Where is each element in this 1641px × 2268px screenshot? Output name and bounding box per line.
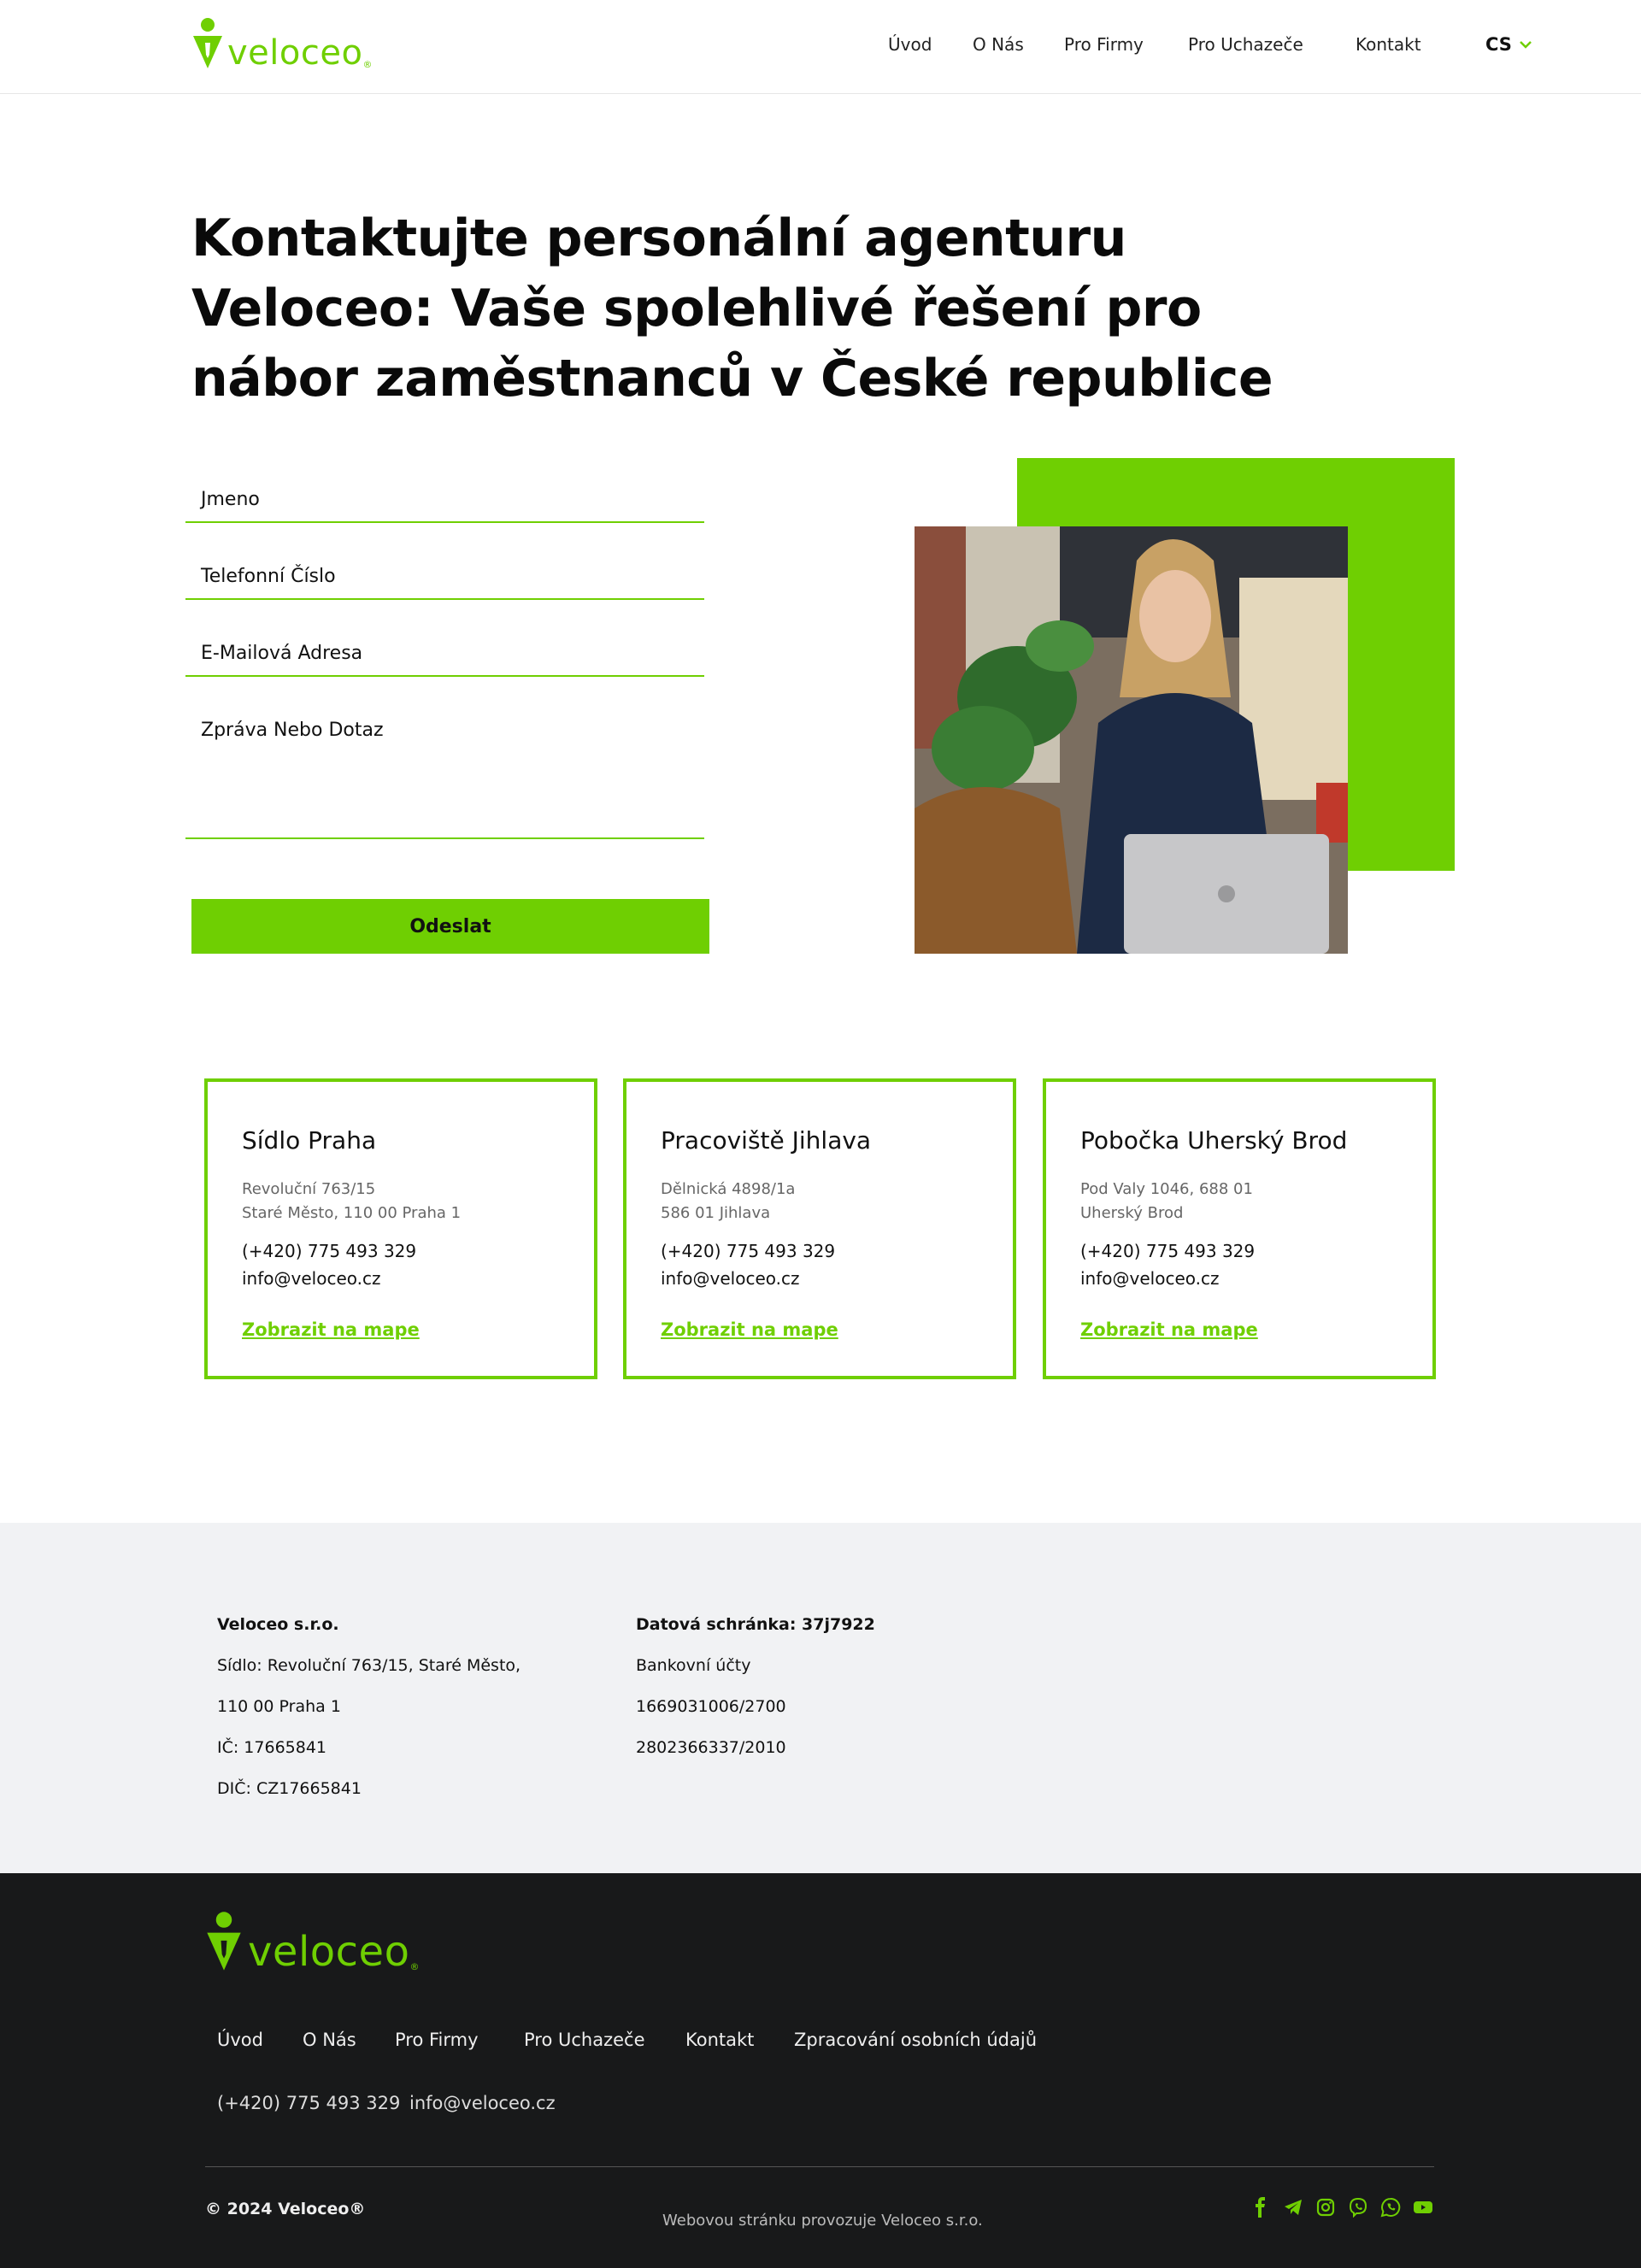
- footer-email-link[interactable]: info@veloceo.cz: [409, 2093, 556, 2113]
- address-line-2: 586 01 Jihlava: [661, 1204, 771, 1222]
- registered-mark: ®: [362, 59, 373, 70]
- veloceo-logo-icon: [207, 1912, 241, 1971]
- operated-by: Webovou stránku provozuje Veloceo s.r.o.: [662, 2212, 983, 2230]
- office-title: Pracoviště Jihlava: [661, 1126, 872, 1155]
- footer-nav-pro-uchazece[interactable]: Pro Uchazeče: [524, 2030, 645, 2050]
- office-phone-link[interactable]: (+420) 775 493 329: [1080, 1237, 1255, 1265]
- office-card-praha: Sídlo Praha Revoluční 763/15 Staré Město…: [204, 1078, 597, 1379]
- map-link[interactable]: Zobrazit na mape: [242, 1319, 420, 1340]
- address-line-2: Uherský Brod: [1080, 1204, 1184, 1222]
- contact-photo: [915, 526, 1348, 954]
- instagram-icon[interactable]: [1315, 2196, 1337, 2218]
- social-links: [1250, 2196, 1434, 2218]
- email-field-label: E-Mailová Adresa: [201, 643, 363, 664]
- company-name: Veloceo s.r.o.: [217, 1615, 339, 1634]
- bank-accounts-label: Bankovní účty: [636, 1656, 751, 1675]
- nav-pro-firmy[interactable]: Pro Firmy: [1064, 34, 1144, 55]
- whatsapp-icon[interactable]: [1379, 2196, 1402, 2218]
- bank-account-1: 1669031006/2700: [636, 1697, 786, 1716]
- nav-o-nas[interactable]: O Nás: [973, 34, 1024, 55]
- company-seat-line-2: 110 00 Praha 1: [217, 1697, 341, 1716]
- footer-logo[interactable]: veloceo ®: [205, 1911, 419, 1972]
- office-title: Pobočka Uherský Brod: [1080, 1126, 1348, 1155]
- office-email-link[interactable]: info@veloceo.cz: [242, 1265, 416, 1292]
- footer-nav-kontakt[interactable]: Kontakt: [685, 2030, 754, 2050]
- veloceo-logo-icon: [193, 18, 222, 68]
- site-header: veloceo ® Úvod O Nás Pro Firmy Pro Uchaze…: [0, 0, 1641, 94]
- logo-wordmark: veloceo: [227, 33, 363, 73]
- title-line-3: nábor zaměstnanců v České republice: [191, 349, 1273, 408]
- address-line-1: Revoluční 763/15: [242, 1180, 376, 1198]
- footer-phone-link[interactable]: (+420) 775 493 329: [217, 2093, 400, 2113]
- phone-field[interactable]: Telefonní Číslo: [185, 555, 704, 600]
- office-card-uhersky-brod: Pobočka Uherský Brod Pod Valy 1046, 688 …: [1043, 1078, 1436, 1379]
- page-title: Kontaktujte personální agenturu Veloceo:…: [191, 203, 1303, 414]
- footer-nav-o-nas[interactable]: O Nás: [303, 2030, 356, 2050]
- office-email-link[interactable]: info@veloceo.cz: [661, 1265, 835, 1292]
- office-card-jihlava: Pracoviště Jihlava Dělnická 4898/1a 586 …: [623, 1078, 1016, 1379]
- map-link[interactable]: Zobrazit na mape: [1080, 1319, 1258, 1340]
- logo-wordmark: veloceo: [248, 1928, 410, 1976]
- office-contact: (+420) 775 493 329 info@veloceo.cz: [242, 1237, 416, 1292]
- language-code: CS: [1485, 34, 1512, 55]
- company-ico: IČ: 17665841: [217, 1738, 327, 1757]
- phone-field-label: Telefonní Číslo: [201, 566, 336, 587]
- nav-kontakt[interactable]: Kontakt: [1356, 34, 1421, 55]
- office-contact: (+420) 775 493 329 info@veloceo.cz: [661, 1237, 835, 1292]
- telegram-icon[interactable]: [1282, 2196, 1304, 2218]
- nav-pro-uchazece[interactable]: Pro Uchazeče: [1188, 34, 1303, 55]
- office-contact: (+420) 775 493 329 info@veloceo.cz: [1080, 1237, 1255, 1292]
- office-phone-link[interactable]: (+420) 775 493 329: [661, 1237, 835, 1265]
- submit-button[interactable]: Odeslat: [191, 899, 709, 954]
- message-field-label: Zpráva Nebo Dotaz: [201, 720, 384, 741]
- nav-uvod[interactable]: Úvod: [888, 34, 932, 55]
- chevron-down-icon: [1520, 41, 1532, 49]
- registered-mark: ®: [409, 1961, 420, 1972]
- office-address: Pod Valy 1046, 688 01 Uherský Brod: [1080, 1178, 1253, 1225]
- message-textarea[interactable]: Zpráva Nebo Dotaz: [185, 709, 704, 839]
- facebook-icon[interactable]: [1250, 2196, 1272, 2218]
- company-info-left: Veloceo s.r.o. Sídlo: Revoluční 763/15, …: [217, 1604, 521, 1809]
- copyright: © 2024 Veloceo®: [205, 2200, 366, 2218]
- data-box: Datová schránka: 37j7922: [636, 1615, 875, 1634]
- viber-icon[interactable]: [1347, 2196, 1369, 2218]
- woman-on-phone-illustration: [915, 526, 1348, 954]
- company-seat-line-1: Sídlo: Revoluční 763/15, Staré Město,: [217, 1656, 521, 1675]
- footer-nav-privacy[interactable]: Zpracování osobních údajů: [794, 2030, 1037, 2050]
- address-line-2: Staré Město, 110 00 Praha 1: [242, 1204, 462, 1222]
- footer-nav-uvod[interactable]: Úvod: [217, 2030, 263, 2050]
- language-selector[interactable]: CS: [1485, 34, 1532, 55]
- title-line-2: Veloceo: Vaše spolehlivé řešení pro: [191, 279, 1202, 338]
- office-address: Dělnická 4898/1a 586 01 Jihlava: [661, 1178, 795, 1225]
- company-info-section: Veloceo s.r.o. Sídlo: Revoluční 763/15, …: [0, 1523, 1641, 1873]
- company-info-right: Datová schránka: 37j7922 Bankovní účty 1…: [636, 1604, 875, 1768]
- bank-account-2: 2802366337/2010: [636, 1738, 786, 1757]
- title-line-1: Kontaktujte personální agenturu: [191, 209, 1126, 268]
- email-field[interactable]: E-Mailová Adresa: [185, 632, 704, 677]
- site-footer: veloceo ® Úvod O Nás Pro Firmy Pro Uchaze…: [0, 1873, 1641, 2268]
- office-address: Revoluční 763/15 Staré Město, 110 00 Pra…: [242, 1178, 461, 1225]
- address-line-1: Pod Valy 1046, 688 01: [1080, 1180, 1253, 1198]
- header-logo[interactable]: veloceo ®: [191, 17, 372, 70]
- map-link[interactable]: Zobrazit na mape: [661, 1319, 838, 1340]
- office-email-link[interactable]: info@veloceo.cz: [1080, 1265, 1255, 1292]
- footer-divider: [205, 2166, 1434, 2167]
- company-dic: DIČ: CZ17665841: [217, 1779, 362, 1798]
- address-line-1: Dělnická 4898/1a: [661, 1180, 796, 1198]
- name-field[interactable]: Jmeno: [185, 479, 704, 523]
- office-phone-link[interactable]: (+420) 775 493 329: [242, 1237, 416, 1265]
- office-title: Sídlo Praha: [242, 1126, 377, 1155]
- footer-nav-pro-firmy[interactable]: Pro Firmy: [395, 2030, 479, 2050]
- youtube-icon[interactable]: [1412, 2196, 1434, 2218]
- name-field-label: Jmeno: [201, 489, 260, 510]
